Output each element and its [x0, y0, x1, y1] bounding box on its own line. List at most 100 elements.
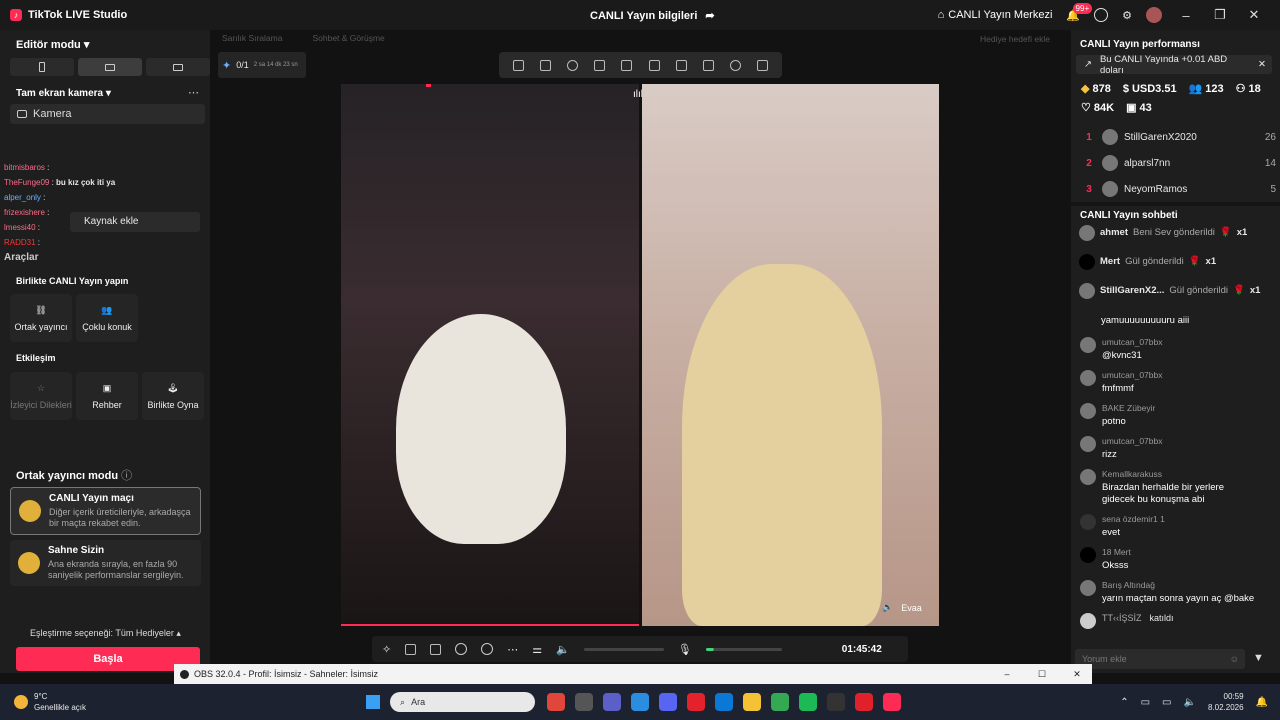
viewers-icon: 👥	[1188, 83, 1203, 95]
youtube-icon[interactable]	[855, 693, 874, 711]
goal-widget[interactable]: ✦ 0/1 2 sa 14 dk 23 sn	[218, 52, 306, 78]
center-icon[interactable]	[567, 59, 579, 71]
taskbar-search[interactable]: ⌕ Ara	[390, 692, 536, 712]
live-match-card[interactable]: CANLI Yayın maçı Diğer içerik üreticileri…	[10, 487, 201, 535]
landscape-mode-tab[interactable]	[78, 58, 142, 76]
multi-mode-tab[interactable]	[146, 58, 210, 76]
stream-info-title[interactable]: CANLI Yayın bilgileri ➦	[590, 9, 715, 23]
rank-row[interactable]: 2 alparsl7nn 14	[1076, 150, 1276, 176]
chrome-alt-icon[interactable]	[771, 693, 790, 711]
cohost-tile[interactable]: ⛓ Ortak yayıncı	[10, 294, 72, 342]
wish-icon: ☆	[36, 382, 46, 393]
fullscreen-icon[interactable]	[513, 59, 525, 71]
effects-icon[interactable]	[405, 643, 417, 655]
banner-close-icon[interactable]: ✕	[1258, 59, 1272, 70]
opera-icon[interactable]	[687, 693, 706, 711]
maximize-button[interactable]: ❐	[1210, 7, 1230, 23]
live-center-link[interactable]: ⌂ CANLI Yayın Merkezi	[938, 9, 1053, 21]
volume-tray-icon[interactable]: 🔈	[1184, 697, 1196, 708]
minimize-button[interactable]: –	[1176, 8, 1196, 23]
emoji-icon[interactable]: ☺	[1230, 654, 1245, 664]
obs-icon[interactable]	[827, 693, 846, 711]
record-icon[interactable]	[455, 643, 468, 655]
flip-icon[interactable]	[648, 59, 660, 71]
settings-icon[interactable]: ⚙	[1122, 9, 1132, 22]
store-icon[interactable]	[575, 693, 594, 711]
more-options-icon[interactable]: ⋯	[507, 643, 518, 656]
camera-source[interactable]: Kamera	[10, 104, 205, 124]
notification-icon[interactable]: 🔔 99+	[1066, 2, 1093, 22]
chat-message: Barış Altındağ yarın maçtan sonra yayın a…	[1071, 580, 1280, 605]
weather-widget[interactable]: 9°C Genellikle açık	[34, 691, 86, 713]
obs-window-bar[interactable]: OBS 32.0.4 - Profil: İsimsiz - Sahneler:…	[174, 664, 1092, 684]
layout-icon[interactable]	[430, 643, 442, 655]
layer-up-icon[interactable]	[702, 59, 714, 71]
guide-tile[interactable]: ▣ Rehber	[76, 372, 138, 420]
trash-icon[interactable]	[756, 59, 768, 71]
close-button[interactable]: ✕	[1244, 7, 1264, 23]
stage-card[interactable]: Sahne Sizin Ana ekranda sırayla, en fazla…	[10, 540, 201, 586]
help-icon[interactable]	[1094, 8, 1109, 22]
camera-switch-icon[interactable]	[481, 643, 494, 655]
app-icon[interactable]	[799, 693, 818, 711]
multi-guest-tile[interactable]: 👥 Çoklu konuk	[76, 294, 138, 342]
mic-icon[interactable]: 🎙	[678, 643, 692, 656]
viewer-wishes-tile[interactable]: ☆ İzleyici Dilekleri	[10, 372, 72, 420]
camera-label: Kamera	[33, 108, 72, 120]
likes-value: 84K	[1093, 101, 1115, 114]
volume-icon[interactable]: 🔈	[556, 643, 570, 656]
cohost-mode-title: Ortak yayıncı modu ⓘ	[16, 467, 132, 483]
start-button[interactable]: Başla	[16, 647, 200, 671]
avatar	[1080, 337, 1096, 353]
mail-icon[interactable]	[715, 693, 734, 711]
magic-icon[interactable]: ✧	[382, 643, 391, 656]
profile-avatar[interactable]	[1146, 7, 1162, 23]
discord-icon[interactable]	[659, 693, 678, 711]
windows-start-icon[interactable]	[366, 695, 381, 709]
rank-row[interactable]: 1 StillGarenX2020 26	[1076, 124, 1276, 150]
editor-mode-dropdown[interactable]: Editör modu ▾	[16, 38, 89, 51]
tab-ranking[interactable]: Sarılık Sıralama	[222, 33, 282, 43]
explorer-icon[interactable]	[743, 693, 762, 711]
chat-user: umutcan_07bbx	[1102, 370, 1163, 380]
crop-icon[interactable]	[594, 59, 606, 71]
search-icon: ⌕	[400, 696, 406, 707]
fit-icon[interactable]	[540, 59, 552, 71]
rotate-icon[interactable]	[621, 59, 633, 71]
chrome-icon[interactable]	[547, 693, 566, 711]
obs-minimize-button[interactable]: –	[992, 669, 1022, 679]
play-together-tile[interactable]: 🕹 Birlikte Oyna	[142, 372, 204, 420]
add-source-button[interactable]: Kaynak ekle	[70, 212, 200, 232]
share-icon[interactable]: ➦	[705, 9, 714, 22]
filter-icon[interactable]: ▼	[1253, 652, 1264, 664]
obs-maximize-button[interactable]: ☐	[1027, 669, 1057, 680]
notifications-icon[interactable]: 🔔	[1256, 697, 1268, 708]
tray-app-icon[interactable]: ▭	[1141, 697, 1150, 708]
layer-down-icon[interactable]	[675, 59, 687, 71]
tiktok-icon[interactable]	[883, 693, 902, 711]
tab-chat-call[interactable]: Sohbet & Görüşme	[312, 33, 384, 43]
more-icon[interactable]: ⋯	[188, 86, 199, 99]
earnings-banner: ↗ Bu CANLI Yayında +0.01 ABD doları ✕	[1076, 54, 1272, 76]
info-icon[interactable]: ⓘ	[121, 470, 132, 482]
scene-dropdown[interactable]: Tam ekran kamera ▾	[16, 88, 111, 99]
edge-icon[interactable]	[631, 693, 650, 711]
network-icon[interactable]: ▭	[1162, 697, 1171, 708]
join-text: katıldı	[1149, 613, 1174, 623]
settings-sliders-icon[interactable]: ⚌	[532, 643, 542, 656]
undo-icon[interactable]	[729, 59, 741, 71]
comment-input[interactable]: Yorum ekle ☺	[1075, 649, 1245, 669]
clock[interactable]: 00:59 8.02.2026	[1208, 691, 1244, 713]
portrait-mode-tab[interactable]	[10, 58, 74, 76]
matching-option[interactable]: Eşleştirme seçeneği: Tüm Hediyeler ▴	[30, 628, 181, 639]
tray-chevron-icon[interactable]: ⌃	[1120, 697, 1128, 708]
matching-label: Eşleştirme seçeneği: Tüm Hediyeler	[30, 628, 174, 638]
rank-row[interactable]: 3 NeyomRamos 5	[1076, 176, 1276, 202]
obs-close-button[interactable]: ✕	[1062, 669, 1092, 680]
gift-goal-link[interactable]: Hediye hedefi ekle	[980, 34, 1050, 44]
speaker-icon[interactable]: 🔈	[882, 602, 893, 613]
mic-level-slider[interactable]	[705, 647, 782, 651]
volume-slider[interactable]	[583, 647, 664, 651]
teams-icon[interactable]	[603, 693, 622, 711]
play-together-label: Birlikte Oyna	[147, 399, 199, 410]
